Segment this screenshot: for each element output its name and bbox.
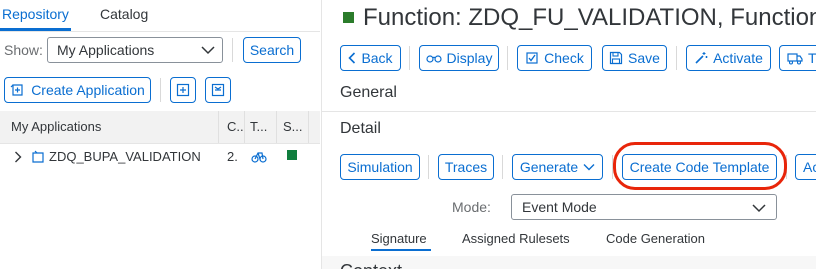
- back-icon: [348, 52, 356, 64]
- tab-code-generation[interactable]: Code Generation: [606, 231, 705, 246]
- context-heading: Context: [340, 261, 402, 269]
- show-select[interactable]: My Applications: [47, 37, 223, 63]
- expand-all-icon: [176, 83, 190, 97]
- separator: [428, 155, 429, 179]
- table-header: My Applications C.. T... S...: [0, 111, 320, 144]
- back-label: Back: [361, 50, 393, 66]
- show-select-value: My Applications: [57, 42, 155, 58]
- generate-button[interactable]: Generate: [512, 154, 603, 180]
- tab-assigned-rulesets[interactable]: Assigned Rulesets: [462, 231, 570, 246]
- simulation-label: Simulation: [347, 159, 413, 175]
- chevron-down-icon: [201, 46, 215, 55]
- row-name: ZDQ_BUPA_VALIDATION: [49, 149, 201, 164]
- col-divider: [308, 111, 309, 143]
- truck-icon: [787, 53, 803, 65]
- status-square: [343, 12, 354, 23]
- tab-signature[interactable]: Signature: [371, 231, 427, 246]
- create-application-button[interactable]: Create Application: [4, 77, 151, 103]
- separator: [409, 46, 410, 70]
- column-my-applications[interactable]: My Applications: [11, 119, 101, 134]
- save-button[interactable]: Save: [602, 45, 667, 71]
- status-indicator: [287, 150, 297, 160]
- simulation-button[interactable]: Simulation: [340, 154, 420, 180]
- expand-all-button[interactable]: [170, 77, 196, 103]
- section-detail[interactable]: Detail: [340, 120, 381, 138]
- collapse-all-icon: [211, 83, 225, 97]
- glasses-icon: [425, 55, 442, 63]
- highlight-annotation: [613, 142, 787, 190]
- check-icon: [526, 52, 538, 64]
- activate-button[interactable]: Activate: [686, 45, 771, 71]
- column-t[interactable]: T...: [250, 119, 267, 134]
- generate-label: Generate: [519, 159, 579, 175]
- left-panel: Repository Catalog Show: My Applications…: [0, 0, 320, 269]
- show-label: Show:: [4, 42, 43, 58]
- mode-select-value: Event Mode: [522, 199, 597, 215]
- tab-repository[interactable]: Repository: [2, 6, 69, 22]
- col-divider: [276, 111, 277, 143]
- tab-divider: [0, 31, 320, 32]
- column-c[interactable]: C..: [227, 119, 244, 134]
- cycle-icon: [251, 152, 267, 163]
- check-label: Check: [544, 50, 584, 66]
- search-button-label: Search: [249, 42, 295, 58]
- overflow-toolbar-button[interactable]: Tr: [779, 45, 816, 71]
- chevron-down-icon: [752, 204, 766, 213]
- back-button[interactable]: Back: [340, 45, 401, 71]
- overflow-detail-label: Ac: [803, 159, 816, 175]
- search-button[interactable]: Search: [243, 37, 301, 63]
- separator: [160, 78, 161, 102]
- row-c-value: 2.: [227, 149, 238, 164]
- display-label: Display: [446, 50, 493, 66]
- check-button[interactable]: Check: [517, 45, 592, 71]
- activate-label: Activate: [713, 50, 763, 66]
- expand-arrow-icon[interactable]: [14, 151, 22, 163]
- traces-label: Traces: [444, 159, 488, 175]
- separator: [676, 46, 677, 70]
- mode-select[interactable]: Event Mode: [511, 194, 777, 220]
- application-icon: [32, 150, 44, 163]
- save-icon: [609, 51, 623, 65]
- save-label: Save: [628, 50, 660, 66]
- page-title: Function: ZDQ_FU_VALIDATION, Function: [363, 4, 816, 31]
- right-panel: Function: ZDQ_FU_VALIDATION, Function Ba…: [322, 0, 816, 269]
- tab-signature-underline: [371, 249, 431, 251]
- section-divider: [322, 111, 816, 112]
- overflow-detail-button[interactable]: Ac: [795, 154, 816, 180]
- col-divider: [218, 111, 219, 143]
- column-s[interactable]: S...: [283, 119, 303, 134]
- separator: [502, 155, 503, 179]
- tab-catalog[interactable]: Catalog: [100, 6, 148, 22]
- section-general[interactable]: General: [340, 84, 397, 102]
- table-row[interactable]: ZDQ_BUPA_VALIDATION 2.: [0, 144, 320, 170]
- magic-wand-icon: [695, 52, 708, 64]
- content-area: Context: [322, 256, 816, 269]
- col-divider: [244, 111, 245, 143]
- overflow-toolbar-label: Tr: [808, 50, 816, 66]
- traces-button[interactable]: Traces: [438, 154, 494, 180]
- separator: [232, 38, 233, 62]
- create-application-label: Create Application: [31, 82, 145, 98]
- mode-label: Mode:: [452, 199, 491, 215]
- display-button[interactable]: Display: [419, 45, 499, 71]
- separator: [507, 46, 508, 70]
- collapse-all-button[interactable]: [205, 77, 231, 103]
- create-icon: [10, 84, 23, 96]
- chevron-down-icon: [583, 164, 595, 171]
